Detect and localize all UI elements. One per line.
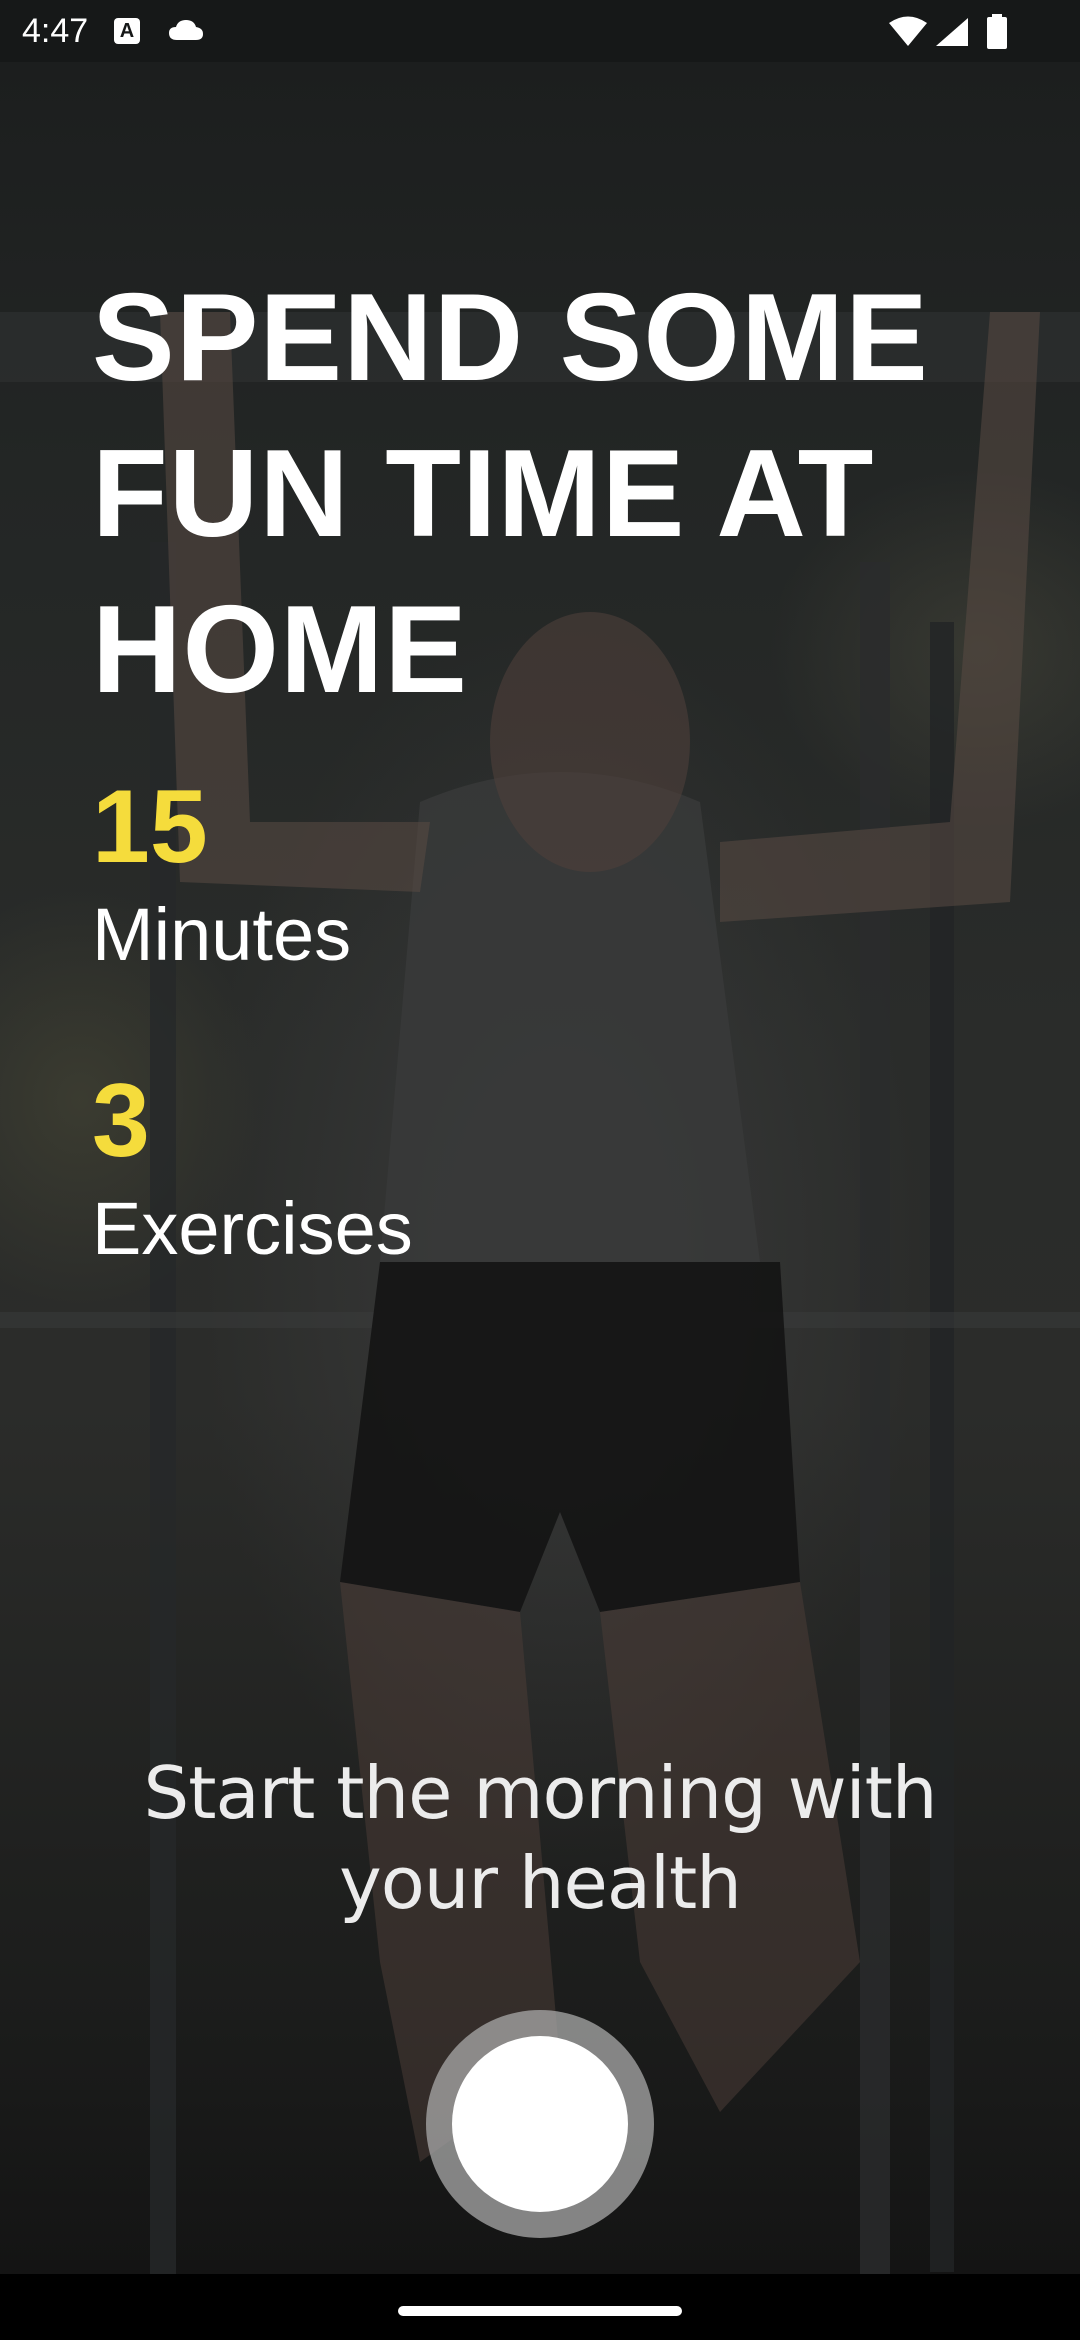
- exercises-label: Exercises: [92, 1187, 413, 1270]
- headline: SPEND SOME FUN TIME AT HOME: [92, 260, 1012, 728]
- minutes-label: Minutes: [92, 893, 352, 976]
- headline-line: HOME: [92, 581, 468, 719]
- home-indicator[interactable]: [398, 2306, 682, 2316]
- start-button[interactable]: [426, 2010, 654, 2238]
- headline-line: FUN TIME AT: [92, 425, 875, 563]
- record-circle-icon: [452, 2036, 628, 2212]
- status-bar: 4:47 A: [0, 0, 1080, 62]
- signal-icon: [934, 16, 970, 53]
- minutes-value: 15: [92, 769, 208, 885]
- status-time: 4:47: [22, 12, 89, 50]
- workout-intro-screen: 4:47 A SPEND SOME FUN TIME AT HOME 15 Mi…: [0, 0, 1080, 2340]
- wifi-icon: [888, 16, 928, 53]
- text-a-icon: A: [114, 18, 140, 44]
- tagline: Start the morning with your health: [143, 1751, 938, 1925]
- battery-icon: [986, 14, 1008, 55]
- hero: SPEND SOME FUN TIME AT HOME: [92, 260, 1012, 728]
- cloud-icon: [168, 18, 204, 47]
- exercises-value: 3: [92, 1063, 150, 1179]
- headline-line: SPEND SOME: [92, 269, 929, 407]
